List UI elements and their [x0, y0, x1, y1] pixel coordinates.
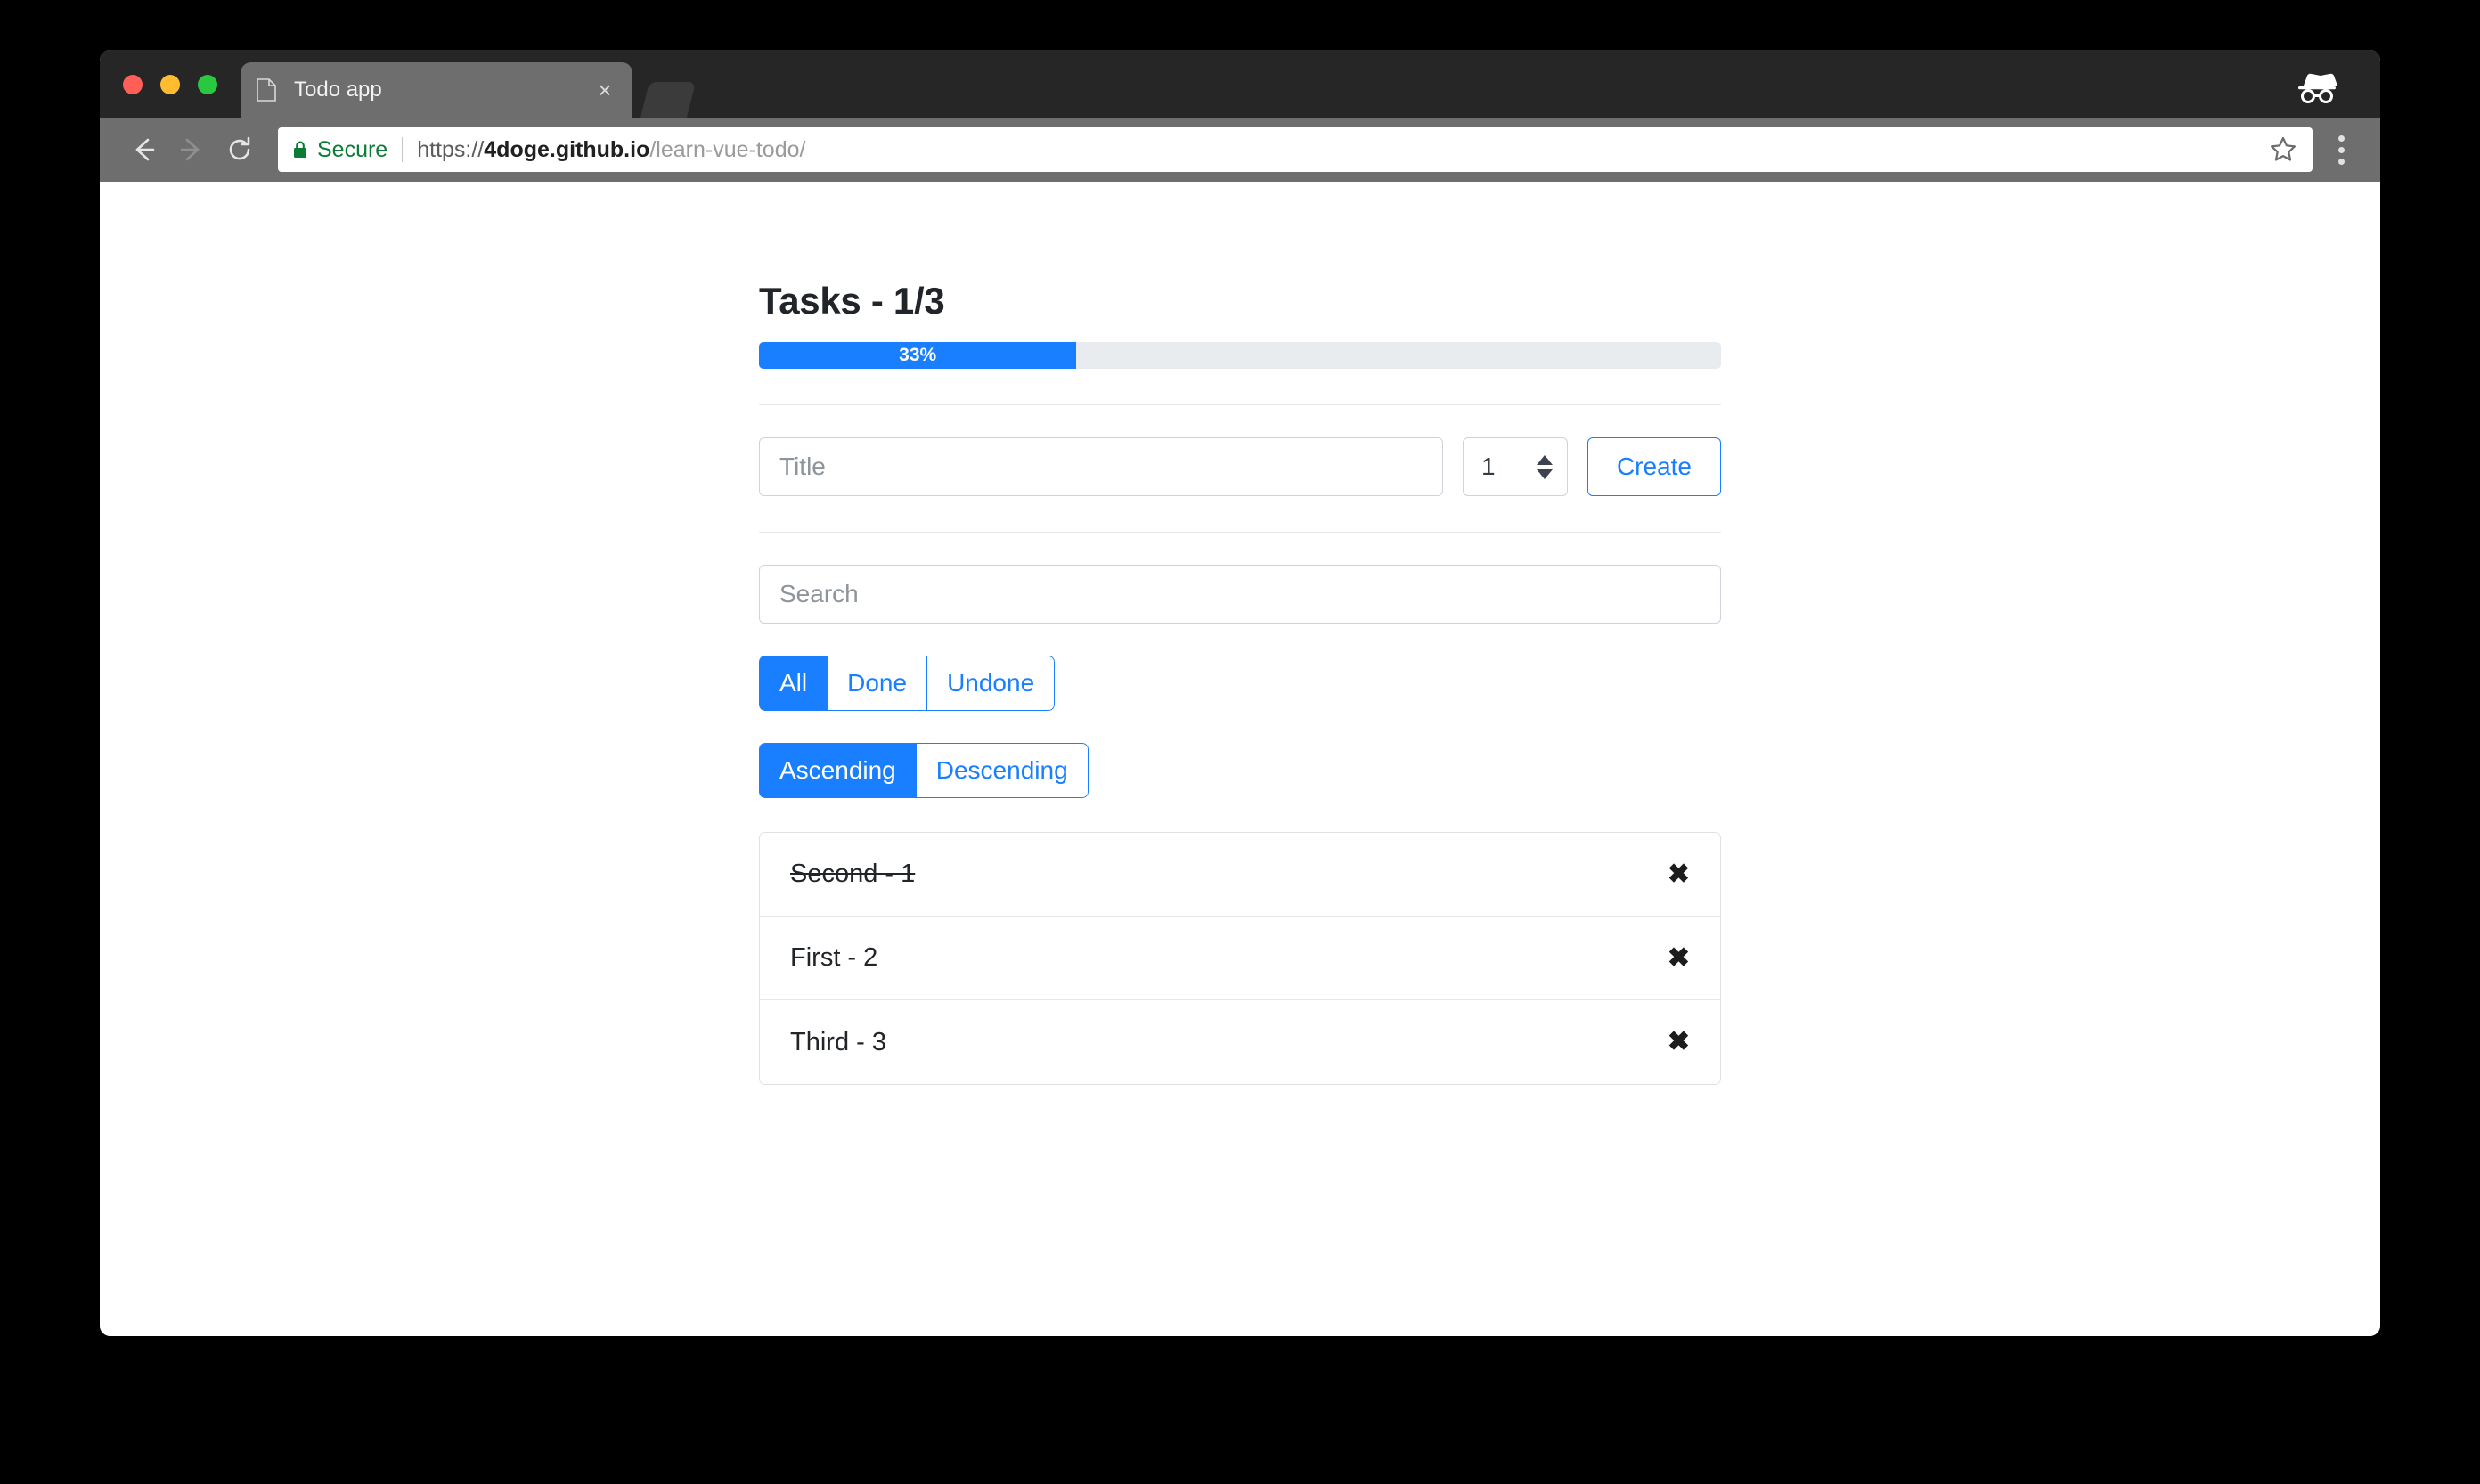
- incognito-icon: [2298, 73, 2337, 103]
- search-input[interactable]: Search: [759, 565, 1721, 624]
- url-text: https://4doge.github.io/learn-vue-todo/: [417, 137, 2257, 163]
- browser-titlebar: Todo app ×: [100, 50, 2380, 118]
- filter-all-button[interactable]: All: [759, 656, 828, 711]
- create-button[interactable]: Create: [1587, 437, 1721, 496]
- task-list-item[interactable]: Second - 1 ✖: [760, 833, 1720, 917]
- page-title: Tasks - 1/3: [759, 280, 945, 322]
- new-tab-stub[interactable]: [640, 82, 696, 118]
- star-icon[interactable]: [2268, 135, 2298, 165]
- browser-window: Todo app × Secure https://4doge.github.i…: [100, 50, 2380, 1336]
- close-tab-button[interactable]: ×: [593, 78, 616, 102]
- window-controls: [123, 75, 217, 94]
- delete-task-icon[interactable]: ✖: [1668, 860, 1690, 888]
- task-list: Second - 1 ✖ First - 2 ✖ Third - 3 ✖: [759, 832, 1721, 1085]
- browser-tab[interactable]: Todo app ×: [241, 62, 632, 118]
- title-input[interactable]: Title: [759, 437, 1443, 496]
- sort-ascending-button[interactable]: Ascending: [759, 743, 916, 798]
- title-input-placeholder: Title: [779, 453, 826, 480]
- task-label[interactable]: Third - 3: [790, 1028, 886, 1057]
- three-dot-menu-icon[interactable]: [2321, 135, 2361, 165]
- progress-bar: 33%: [759, 342, 1721, 369]
- forward-button[interactable]: [167, 126, 216, 174]
- task-label[interactable]: First - 2: [790, 943, 877, 973]
- address-bar[interactable]: Secure https://4doge.github.io/learn-vue…: [278, 127, 2313, 172]
- create-task-row: Title 1 Create: [759, 437, 1721, 496]
- divider-bottom: [759, 532, 1721, 533]
- lock-icon: [294, 141, 306, 158]
- filter-undone-button[interactable]: Undone: [926, 656, 1056, 711]
- sort-descending-button[interactable]: Descending: [915, 743, 1089, 798]
- page-viewport: Tasks - 1/3 33% Title 1 Create Search Al…: [100, 182, 2380, 1336]
- task-label[interactable]: Second - 1: [790, 860, 915, 889]
- search-input-placeholder: Search: [779, 580, 859, 607]
- todo-app: Tasks - 1/3 33% Title 1 Create Search Al…: [759, 280, 1721, 1085]
- progress-bar-fill: 33%: [759, 342, 1077, 369]
- url-path: /learn-vue-todo/: [649, 136, 806, 162]
- delete-task-icon[interactable]: ✖: [1668, 944, 1690, 972]
- task-list-item[interactable]: First - 2 ✖: [760, 917, 1720, 1000]
- maximize-window-button[interactable]: [198, 75, 217, 94]
- url-scheme: https://: [417, 136, 485, 162]
- reload-icon: [229, 136, 250, 160]
- delete-task-icon[interactable]: ✖: [1668, 1029, 1690, 1056]
- security-status-label: Secure: [317, 136, 388, 162]
- filter-done-button[interactable]: Done: [827, 656, 927, 711]
- back-arrow-icon: [135, 138, 155, 161]
- back-button[interactable]: [119, 126, 167, 174]
- url-host: 4doge.github.io: [484, 136, 650, 162]
- task-list-item[interactable]: Third - 3 ✖: [760, 1000, 1720, 1084]
- count-stepper-value: 1: [1481, 453, 1496, 480]
- count-stepper[interactable]: 1: [1462, 437, 1568, 496]
- divider-top: [759, 404, 1721, 405]
- status-filter-group: All Done Undone: [759, 656, 1056, 711]
- browser-toolbar: Secure https://4doge.github.io/learn-vue…: [100, 118, 2380, 182]
- tab-title: Todo app: [294, 77, 382, 102]
- forward-arrow-icon: [180, 138, 200, 161]
- omnibox-separator: [402, 137, 404, 162]
- reload-button[interactable]: [216, 126, 264, 174]
- stepper-arrows-icon[interactable]: [1536, 454, 1553, 479]
- close-window-button[interactable]: [123, 75, 143, 94]
- sort-order-group: Ascending Descending: [759, 743, 1089, 798]
- minimize-window-button[interactable]: [160, 75, 180, 94]
- page-icon: [257, 78, 276, 102]
